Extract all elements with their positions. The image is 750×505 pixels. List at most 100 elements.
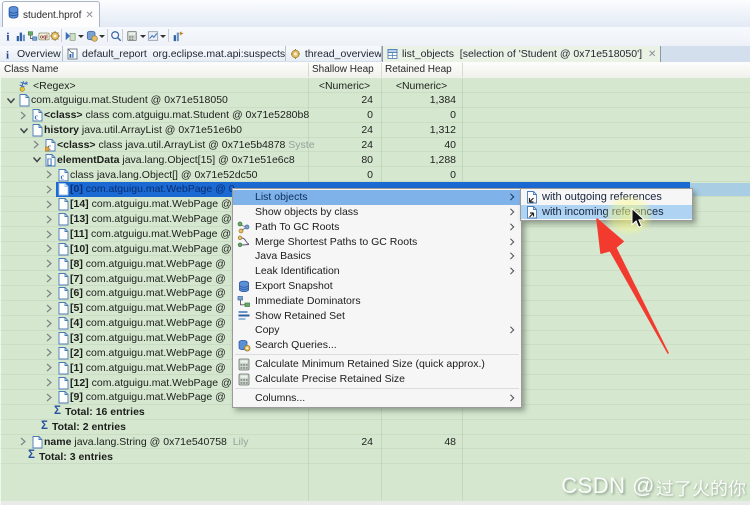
tree-row-label[interactable]: [5] com.atguigu.mat.WebPage @	[70, 302, 226, 314]
chevron-collapsed-icon[interactable]	[45, 274, 53, 283]
tree-row-label[interactable]: history java.util.ArrayList @ 0x71e51e6b…	[44, 124, 242, 136]
menu-item-show-objects-by-class[interactable]: Show objects by class	[233, 205, 521, 220]
menu-item-immediate-dominators[interactable]: Immediate Dominators	[233, 294, 521, 309]
tree-row-label[interactable]: [2] com.atguigu.mat.WebPage @	[70, 347, 226, 359]
chevron-collapsed-icon[interactable]	[45, 378, 53, 387]
retained-icon	[237, 309, 251, 322]
chevron-collapsed-icon[interactable]	[45, 289, 53, 298]
menu-item-calculate-minimum-retained-size-quick-approx[interactable]: Calculate Minimum Retained Size (quick a…	[233, 357, 521, 372]
tree-row-label[interactable]: [9] com.atguigu.mat.WebPage @	[70, 391, 226, 403]
column-divider[interactable]	[462, 63, 463, 77]
tree-row-label[interactable]: [4] com.atguigu.mat.WebPage @	[70, 317, 226, 329]
tree-row-label[interactable]: name java.lang.String @ 0x71e540758 Lily	[44, 436, 248, 448]
result-tab-list_objects[interactable]: list_objects [selection of 'Student @ 0x…	[382, 46, 661, 62]
calculate-retained-size-icon[interactable]	[126, 30, 138, 42]
tree-row-label[interactable]: <class> class java.util.ArrayList @ 0x71…	[57, 139, 315, 151]
column-divider[interactable]	[381, 63, 382, 77]
chevron-collapsed-icon[interactable]	[45, 185, 53, 194]
chevron-collapsed-icon[interactable]	[32, 140, 40, 149]
thread-overview-icon[interactable]	[49, 30, 61, 42]
menu-item-leak-identification[interactable]: Leak Identification	[233, 264, 521, 279]
acquire-heap-dump-icon[interactable]	[86, 30, 98, 42]
tree-row-label[interactable]: class java.lang.Object[] @ 0x71e52dc50	[70, 169, 258, 181]
tree-row-label[interactable]: [8] com.atguigu.mat.WebPage @	[70, 258, 226, 270]
chevron-expanded-icon[interactable]	[32, 155, 42, 164]
result-tab-overview[interactable]: iOverview	[0, 46, 63, 61]
filter-class-name[interactable]: <Regex>	[33, 80, 76, 92]
create-report-icon[interactable]	[147, 30, 159, 42]
filter-shallow-heap[interactable]: <Numeric>	[308, 80, 381, 92]
overview-info-icon[interactable]: i	[3, 30, 15, 42]
histogram-icon[interactable]	[15, 30, 27, 42]
dropdown-arrow-icon[interactable]	[160, 35, 166, 38]
chevron-collapsed-icon[interactable]	[19, 111, 27, 120]
editor-tab-close-icon[interactable]: ✕	[85, 10, 92, 21]
column-divider[interactable]	[308, 63, 309, 77]
chevron-collapsed-icon[interactable]	[45, 244, 53, 253]
tree-row-label[interactable]: elementData java.lang.Object[15] @ 0x71e…	[57, 154, 295, 166]
dropdown-arrow-icon[interactable]	[140, 35, 146, 38]
tree-row-label[interactable]: [14] com.atguigu.mat.WebPage @	[70, 198, 232, 210]
result-tab-thread_overview[interactable]: thread_overview	[286, 46, 382, 61]
menu-item-merge-shortest-paths-to-gc-roots[interactable]: Merge Shortest Paths to GC Roots	[233, 234, 521, 249]
dropdown-arrow-icon[interactable]	[99, 35, 105, 38]
chevron-collapsed-icon[interactable]	[45, 259, 53, 268]
compare-snapshots-icon[interactable]	[172, 30, 184, 42]
filter-row[interactable]: *<Regex><Numeric><Numeric>	[0, 78, 750, 93]
chevron-collapsed-icon[interactable]	[45, 230, 53, 239]
tree-row-label[interactable]: [1] com.atguigu.mat.WebPage @	[70, 362, 226, 374]
chevron-collapsed-icon[interactable]	[45, 393, 53, 402]
total-row[interactable]: ΣTotal: 2 entries	[0, 420, 750, 435]
tree-row-label[interactable]: [12] com.atguigu.mat.WebPage @	[70, 377, 232, 389]
chevron-collapsed-icon[interactable]	[45, 215, 53, 224]
menu-item-java-basics[interactable]: Java Basics	[233, 249, 521, 264]
table-header[interactable]: Class Name Shallow Heap Retained Heap	[0, 62, 750, 79]
tree-row[interactable]: name java.lang.String @ 0x71e540758 Lily…	[0, 434, 750, 449]
menu-item-export-snapshot[interactable]: Export Snapshot	[233, 279, 521, 294]
tree-row[interactable]: c<class> class com.atguigu.mat.Student @…	[0, 108, 750, 123]
tree-row[interactable]: []elementData java.lang.Object[15] @ 0x7…	[0, 152, 750, 167]
chevron-collapsed-icon[interactable]	[19, 437, 27, 446]
chevron-collapsed-icon[interactable]	[45, 363, 53, 372]
tree-row-label[interactable]: [7] com.atguigu.mat.WebPage @	[70, 273, 226, 285]
tree-row[interactable]: cclass java.lang.Object[] @ 0x71e52dc500…	[0, 167, 750, 182]
tree-row-label[interactable]: com.atguigu.mat.Student @ 0x71e518050	[31, 94, 228, 106]
tree-row-label[interactable]: [3] com.atguigu.mat.WebPage @	[70, 332, 226, 344]
chevron-collapsed-icon[interactable]	[45, 304, 53, 313]
chevron-expanded-icon[interactable]	[6, 96, 16, 105]
filter-retained-heap[interactable]: <Numeric>	[381, 80, 462, 92]
chevron-collapsed-icon[interactable]	[45, 348, 53, 357]
chevron-expanded-icon[interactable]	[19, 126, 29, 135]
tree-row-label[interactable]: <class> class com.atguigu.mat.Student @ …	[44, 109, 309, 121]
chevron-collapsed-icon[interactable]	[45, 319, 53, 328]
column-header-shallow-heap[interactable]: Shallow Heap	[312, 64, 374, 75]
tree-row[interactable]: c<class> class java.util.ArrayList @ 0x7…	[0, 137, 750, 152]
chevron-collapsed-icon[interactable]	[45, 200, 53, 209]
open-query-browser-icon[interactable]	[64, 30, 76, 42]
menu-item-calculate-precise-retained-size[interactable]: Calculate Precise Retained Size	[233, 372, 521, 387]
tree-row-label[interactable]: [6] com.atguigu.mat.WebPage @	[70, 287, 226, 299]
submenu-item-with-outgoing-references[interactable]: with outgoing references	[521, 190, 692, 205]
total-row[interactable]: ΣTotal: 3 entries	[0, 449, 750, 464]
dropdown-arrow-icon[interactable]	[78, 35, 84, 38]
tree-row-label[interactable]: [13] com.atguigu.mat.WebPage @	[70, 213, 232, 225]
column-header-retained-heap[interactable]: Retained Heap	[385, 64, 452, 75]
tree-row-label[interactable]: [10] com.atguigu.mat.WebPage @	[70, 243, 232, 255]
menu-item-search-queries[interactable]: Search Queries...	[233, 338, 521, 353]
menu-item-copy[interactable]: Copy	[233, 323, 521, 338]
result-tab-default_report[interactable]: default_report org.eclipse.mat.api:suspe…	[63, 46, 286, 61]
column-header-class-name[interactable]: Class Name	[4, 64, 58, 75]
chevron-collapsed-icon[interactable]	[45, 170, 53, 179]
menu-item-path-to-gc-roots[interactable]: Path To GC Roots	[233, 220, 521, 235]
tree-row-label[interactable]: [11] com.atguigu.mat.WebPage @	[70, 228, 231, 240]
menu-item-columns[interactable]: Columns...	[233, 391, 521, 406]
chevron-collapsed-icon[interactable]	[45, 333, 53, 342]
result-tab-close-icon[interactable]: ✕	[648, 49, 655, 60]
tree-row-label[interactable]: [0] com.atguigu.mat.WebPage @ 0	[70, 183, 235, 195]
menu-item-show-retained-set[interactable]: Show Retained Set	[233, 308, 521, 323]
tree-row[interactable]: history java.util.ArrayList @ 0x71e51e6b…	[0, 123, 750, 138]
tree-row[interactable]: com.atguigu.mat.Student @ 0x71e518050241…	[0, 93, 750, 108]
editor-tab-student-hprof[interactable]: student.hprof ✕	[2, 1, 100, 28]
search-icon[interactable]	[110, 30, 122, 42]
menu-item-list-objects[interactable]: List objects	[233, 190, 521, 205]
